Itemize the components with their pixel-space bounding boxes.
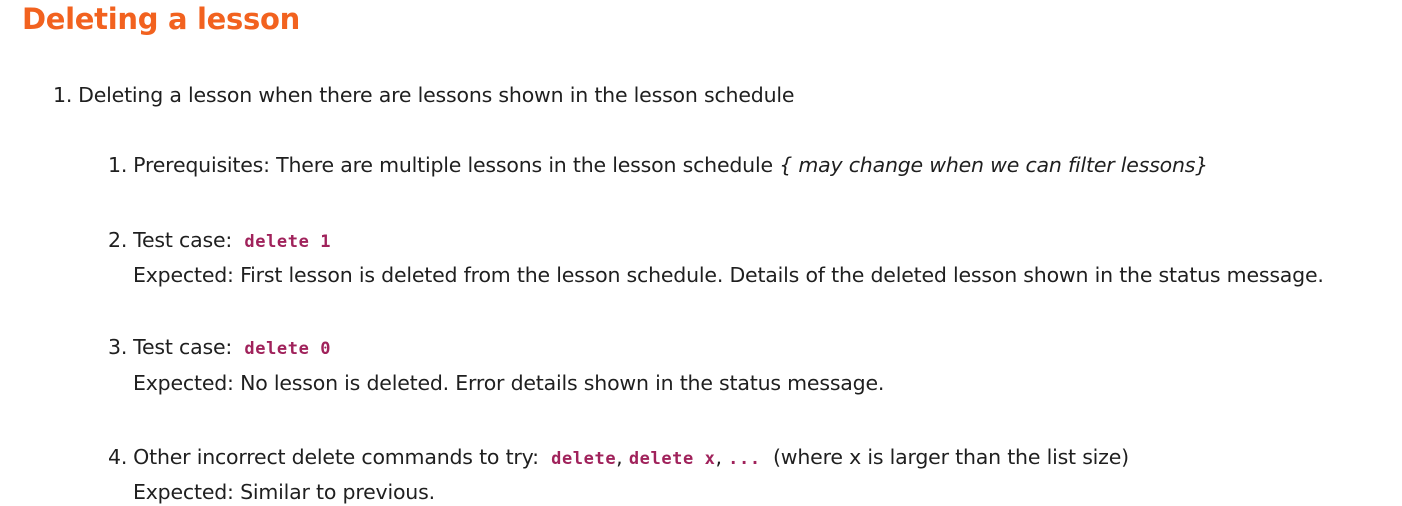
- page-title: Deleting a lesson: [22, 2, 300, 36]
- sub-item-test-case-2: 3. Test case: delete 0: [108, 333, 331, 363]
- sub-item-number: 4.: [108, 445, 128, 469]
- prerequisites-text: Prerequisites: There are multiple lesson…: [133, 153, 780, 177]
- separator: ,: [715, 445, 723, 469]
- sub-item-test-case-1: 2. Test case: delete 1: [108, 226, 331, 256]
- separator: ,: [616, 445, 623, 469]
- sub-item-other-commands: 4. Other incorrect delete commands to try…: [108, 443, 1129, 473]
- command-delete-x: delete x: [628, 449, 716, 469]
- prerequisites-note: { may change when we can filter lessons}: [779, 153, 1209, 177]
- command-delete: delete: [551, 449, 617, 469]
- test-case-label: Test case:: [133, 335, 233, 359]
- test-case-command: delete 0: [244, 339, 332, 359]
- other-commands-label: Other incorrect delete commands to try:: [133, 445, 539, 469]
- sub-item-number: 2.: [108, 228, 128, 252]
- other-commands-note: (where x is larger than the list size): [773, 445, 1129, 469]
- expected-result: Expected: First lesson is deleted from t…: [133, 263, 1324, 287]
- list-item-text: Deleting a lesson when there are lessons…: [78, 83, 795, 107]
- sub-item-number: 3.: [108, 335, 128, 359]
- sub-item-prerequisites: 1. Prerequisites: There are multiple less…: [108, 151, 1208, 179]
- list-item: 1. Deleting a lesson when there are lesso…: [53, 81, 794, 109]
- test-case-command: delete 1: [244, 232, 332, 252]
- test-case-label: Test case:: [133, 228, 233, 252]
- expected-result: Expected: No lesson is deleted. Error de…: [133, 371, 885, 395]
- expected-result: Expected: Similar to previous.: [133, 480, 435, 504]
- sub-item-number: 1.: [108, 153, 128, 177]
- list-item-number: 1.: [53, 83, 73, 107]
- command-ellipsis: ...: [728, 449, 761, 469]
